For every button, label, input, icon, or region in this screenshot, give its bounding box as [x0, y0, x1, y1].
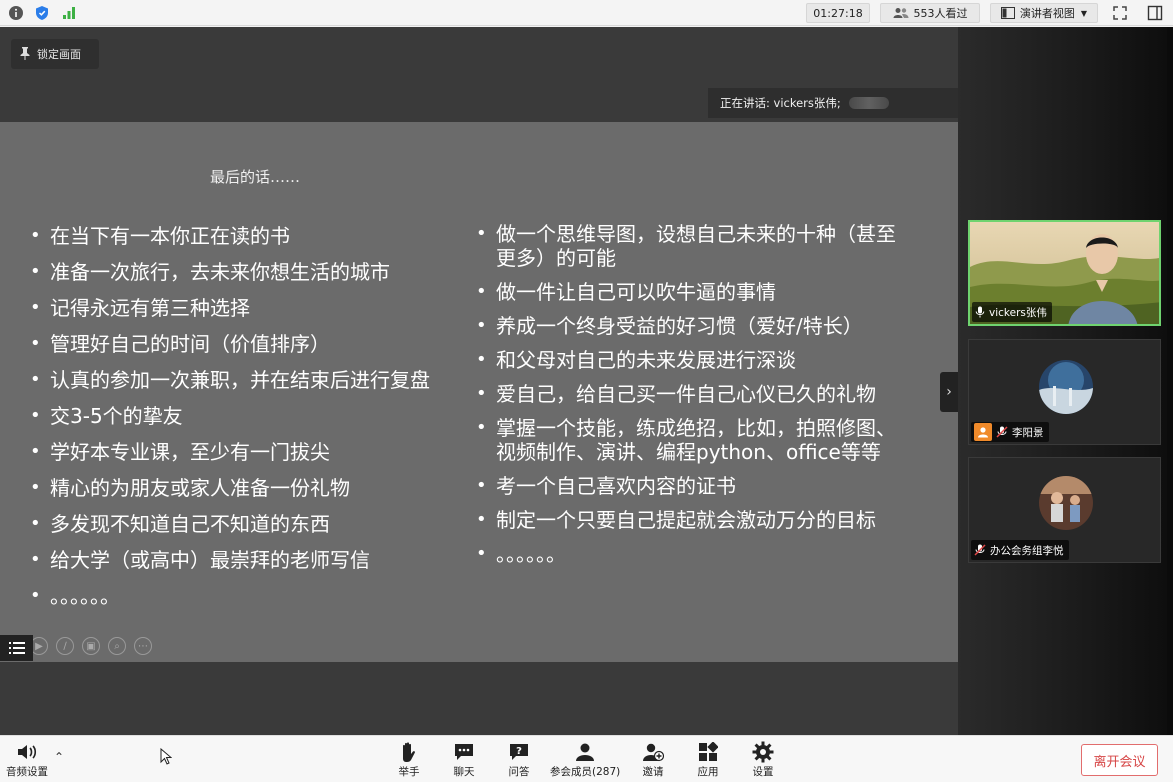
chevron-right-icon[interactable]: ›	[940, 372, 958, 412]
chat-icon	[451, 740, 477, 764]
slide-bullet-item: 掌握一个技能，练成绝招，比如，拍照修图、视频制作、演讲、编程python、off…	[476, 416, 896, 464]
settings-button[interactable]: 设置	[750, 740, 776, 779]
pin-icon	[19, 46, 31, 63]
add-user-icon	[640, 740, 666, 764]
slide-bullet-item: 和父母对自己的未来发展进行深谈	[476, 348, 896, 372]
slide-bullet-item: 考一个自己喜欢内容的证书	[476, 474, 896, 498]
info-icon[interactable]	[6, 3, 26, 23]
video-tile[interactable]: 李阳景	[968, 339, 1161, 445]
slides-icon[interactable]: ▣	[82, 637, 100, 655]
members-label: 参会成员(287)	[550, 766, 621, 778]
lock-view-button[interactable]: 锁定画面	[11, 39, 99, 69]
slide-bullet-item: 管理好自己的时间（价值排序）	[30, 332, 450, 356]
slide-right-list: 做一个思维导图，设想自己未来的十种（甚至更多）的可能做一件让自己可以吹牛逼的事情…	[476, 222, 896, 576]
slide-bullet-item: 交3-5个的挚友	[30, 404, 450, 428]
user-icon	[974, 423, 992, 441]
avatar	[1039, 476, 1093, 530]
view-mode-label: 演讲者视图	[1019, 7, 1075, 20]
speaking-indicator: 正在讲话: vickers张伟;	[708, 88, 958, 118]
apps-icon	[695, 740, 721, 764]
apps-button[interactable]: 应用	[695, 740, 721, 779]
viewers-count[interactable]: 553人看过	[880, 3, 980, 23]
participant-name-tag: 李阳景	[971, 422, 1049, 442]
svg-text:?: ?	[516, 746, 522, 757]
panel-scrollbar[interactable]	[1167, 27, 1173, 735]
participant-name-tag: vickers张伟	[972, 302, 1052, 322]
chevron-down-icon: ▼	[1080, 8, 1088, 18]
hand-icon	[396, 740, 422, 764]
shared-screen-stage: 锁定画面 正在讲话: vickers张伟; 最后的话…… 在当下有一本你正在读的…	[0, 27, 958, 735]
people-icon	[893, 7, 909, 19]
slide-title: 最后的话……	[210, 168, 301, 186]
chat-label: 聊天	[453, 766, 475, 778]
slide-bullet-item: 认真的参加一次兼职，并在结束后进行复盘	[30, 368, 450, 392]
chat-button[interactable]: 聊天	[451, 740, 477, 779]
invite-button[interactable]: 邀请	[640, 740, 666, 779]
menu-list-icon[interactable]	[0, 635, 33, 661]
participant-name-tag: 办公会务组李悦	[971, 540, 1069, 560]
participant-name: vickers张伟	[989, 306, 1047, 319]
qa-label: 问答	[508, 766, 530, 778]
lock-view-label: 锁定画面	[37, 48, 81, 61]
microphone-muted-icon	[974, 544, 986, 556]
settings-label: 设置	[752, 766, 774, 778]
slide-bullet-item: 在当下有一本你正在读的书	[30, 224, 450, 248]
slide-tools: ▶ ∕ ▣ ⌕ ⋯	[30, 637, 152, 655]
participant-name: 办公会务组李悦	[990, 544, 1064, 557]
presentation-slide: 最后的话…… 在当下有一本你正在读的书准备一次旅行，去未来你想生活的城市记得永远…	[0, 122, 958, 662]
raise-hand-button[interactable]: 举手	[396, 740, 422, 779]
timer-text: 01:27:18	[813, 6, 863, 20]
slide-bullet-item: 多发现不知道自己不知道的东西	[30, 512, 450, 536]
pen-icon[interactable]: ∕	[56, 637, 74, 655]
video-tile[interactable]: 办公会务组李悦	[968, 457, 1161, 563]
leave-meeting-button[interactable]: 离开会议	[1081, 744, 1158, 776]
meeting-timer: 01:27:18	[806, 3, 870, 23]
fullscreen-icon[interactable]	[1110, 3, 1130, 23]
viewers-label: 553人看过	[913, 7, 968, 20]
slide-bullet-item: 精心的为朋友或家人准备一份礼物	[30, 476, 450, 500]
raise-hand-label: 举手	[398, 766, 420, 778]
gear-icon	[750, 740, 776, 764]
slide-bullet-item: 记得永远有第三种选择	[30, 296, 450, 320]
shield-icon[interactable]	[32, 3, 52, 23]
top-bar: 01:27:18 553人看过 演讲者视图 ▼	[0, 0, 1173, 26]
slide-left-list: 在当下有一本你正在读的书准备一次旅行，去未来你想生活的城市记得永远有第三种选择管…	[30, 224, 450, 620]
apps-label: 应用	[697, 766, 719, 778]
slide-bullet-item: 做一个思维导图，设想自己未来的十种（甚至更多）的可能	[476, 222, 896, 270]
blurred-name	[848, 97, 889, 109]
sidebar-toggle-icon[interactable]	[1145, 3, 1165, 23]
slide-bullet-item: 。。。。。。	[30, 584, 450, 608]
participant-video-panel: vickers张伟 李阳景 办公会务组李悦	[958, 27, 1173, 735]
more-icon[interactable]: ⋯	[134, 637, 152, 655]
members-icon	[572, 740, 598, 764]
slide-bullet-item: 制定一个只要自己提起就会激动万分的目标	[476, 508, 896, 532]
invite-label: 邀请	[642, 766, 664, 778]
microphone-muted-icon	[996, 426, 1008, 438]
view-mode-dropdown[interactable]: 演讲者视图 ▼	[990, 3, 1098, 23]
microphone-icon	[975, 306, 985, 318]
speaker-icon	[14, 740, 40, 764]
speaking-label: 正在讲话: vickers张伟;	[720, 96, 841, 110]
zoom-icon[interactable]: ⌕	[108, 637, 126, 655]
bottom-toolbar: 音频设置 ⌃ 举手 聊天 ? 问答 参会成员(287) 邀请 应用 设置 离开会…	[0, 735, 1173, 782]
members-button[interactable]: 参会成员(287)	[550, 740, 620, 779]
audio-settings-button[interactable]: 音频设置	[6, 740, 48, 779]
qa-button[interactable]: ? 问答	[506, 740, 532, 779]
video-tile[interactable]: vickers张伟	[968, 220, 1161, 326]
slide-bullet-item: 爱自己，给自己买一件自己心仪已久的礼物	[476, 382, 896, 406]
audio-settings-label: 音频设置	[6, 766, 48, 778]
slide-bullet-item: 养成一个终身受益的好习惯（爱好/特长）	[476, 314, 896, 338]
mouse-cursor-icon	[160, 747, 173, 770]
signal-icon[interactable]	[59, 3, 79, 23]
chevron-up-icon[interactable]: ⌃	[54, 750, 64, 764]
slide-bullet-item: 。。。。。。	[476, 542, 896, 566]
slide-bullet-item: 准备一次旅行，去未来你想生活的城市	[30, 260, 450, 284]
avatar	[1039, 360, 1093, 414]
slide-bullet-item: 给大学（或高中）最崇拜的老师写信	[30, 548, 450, 572]
participant-name: 李阳景	[1012, 426, 1044, 439]
question-icon: ?	[506, 740, 532, 764]
slide-bullet-item: 学好本专业课，至少有一门拔尖	[30, 440, 450, 464]
slide-bullet-item: 做一件让自己可以吹牛逼的事情	[476, 280, 896, 304]
presenter-view-icon	[1000, 7, 1015, 19]
